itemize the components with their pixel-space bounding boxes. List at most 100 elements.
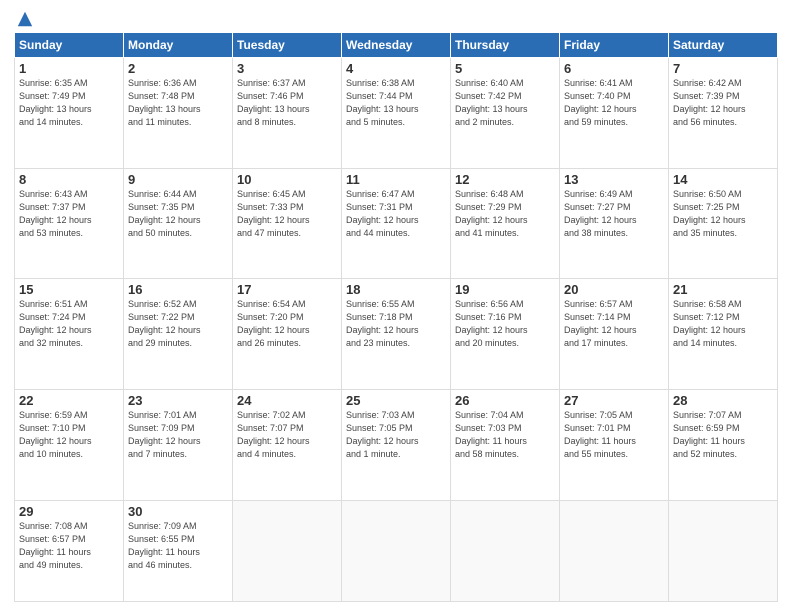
day-number: 29: [19, 504, 119, 519]
day-number: 13: [564, 172, 664, 187]
day-info: Sunrise: 6:54 AMSunset: 7:20 PMDaylight:…: [237, 298, 337, 350]
header: [14, 10, 778, 24]
day-number: 16: [128, 282, 228, 297]
day-info: Sunrise: 6:59 AMSunset: 7:10 PMDaylight:…: [19, 409, 119, 461]
day-number: 2: [128, 61, 228, 76]
day-number: 20: [564, 282, 664, 297]
weekday-header-friday: Friday: [560, 33, 669, 58]
calendar-cell: 1Sunrise: 6:35 AMSunset: 7:49 PMDaylight…: [15, 58, 124, 169]
day-number: 23: [128, 393, 228, 408]
calendar-cell: 29Sunrise: 7:08 AMSunset: 6:57 PMDayligh…: [15, 500, 124, 602]
day-number: 12: [455, 172, 555, 187]
day-number: 6: [564, 61, 664, 76]
day-info: Sunrise: 6:56 AMSunset: 7:16 PMDaylight:…: [455, 298, 555, 350]
weekday-header-saturday: Saturday: [669, 33, 778, 58]
day-info: Sunrise: 6:47 AMSunset: 7:31 PMDaylight:…: [346, 188, 446, 240]
day-number: 11: [346, 172, 446, 187]
day-number: 14: [673, 172, 773, 187]
day-info: Sunrise: 6:40 AMSunset: 7:42 PMDaylight:…: [455, 77, 555, 129]
calendar-cell: 23Sunrise: 7:01 AMSunset: 7:09 PMDayligh…: [124, 389, 233, 500]
weekday-header-wednesday: Wednesday: [342, 33, 451, 58]
calendar-cell: [451, 500, 560, 602]
day-info: Sunrise: 6:58 AMSunset: 7:12 PMDaylight:…: [673, 298, 773, 350]
day-info: Sunrise: 7:03 AMSunset: 7:05 PMDaylight:…: [346, 409, 446, 461]
day-info: Sunrise: 6:42 AMSunset: 7:39 PMDaylight:…: [673, 77, 773, 129]
calendar-cell: 15Sunrise: 6:51 AMSunset: 7:24 PMDayligh…: [15, 279, 124, 390]
calendar-cell: [233, 500, 342, 602]
day-number: 22: [19, 393, 119, 408]
calendar-week-row: 15Sunrise: 6:51 AMSunset: 7:24 PMDayligh…: [15, 279, 778, 390]
calendar-cell: 30Sunrise: 7:09 AMSunset: 6:55 PMDayligh…: [124, 500, 233, 602]
day-number: 27: [564, 393, 664, 408]
calendar-cell: 28Sunrise: 7:07 AMSunset: 6:59 PMDayligh…: [669, 389, 778, 500]
calendar-cell: 6Sunrise: 6:41 AMSunset: 7:40 PMDaylight…: [560, 58, 669, 169]
calendar-cell: 9Sunrise: 6:44 AMSunset: 7:35 PMDaylight…: [124, 168, 233, 279]
calendar-cell: 7Sunrise: 6:42 AMSunset: 7:39 PMDaylight…: [669, 58, 778, 169]
day-number: 15: [19, 282, 119, 297]
calendar-cell: 26Sunrise: 7:04 AMSunset: 7:03 PMDayligh…: [451, 389, 560, 500]
day-info: Sunrise: 6:52 AMSunset: 7:22 PMDaylight:…: [128, 298, 228, 350]
day-number: 28: [673, 393, 773, 408]
day-info: Sunrise: 6:36 AMSunset: 7:48 PMDaylight:…: [128, 77, 228, 129]
day-info: Sunrise: 6:44 AMSunset: 7:35 PMDaylight:…: [128, 188, 228, 240]
calendar-cell: 10Sunrise: 6:45 AMSunset: 7:33 PMDayligh…: [233, 168, 342, 279]
calendar-cell: [669, 500, 778, 602]
day-info: Sunrise: 6:41 AMSunset: 7:40 PMDaylight:…: [564, 77, 664, 129]
weekday-header-tuesday: Tuesday: [233, 33, 342, 58]
day-number: 21: [673, 282, 773, 297]
calendar-cell: 16Sunrise: 6:52 AMSunset: 7:22 PMDayligh…: [124, 279, 233, 390]
day-info: Sunrise: 6:49 AMSunset: 7:27 PMDaylight:…: [564, 188, 664, 240]
day-info: Sunrise: 7:09 AMSunset: 6:55 PMDaylight:…: [128, 520, 228, 572]
day-info: Sunrise: 6:45 AMSunset: 7:33 PMDaylight:…: [237, 188, 337, 240]
calendar-cell: 13Sunrise: 6:49 AMSunset: 7:27 PMDayligh…: [560, 168, 669, 279]
day-info: Sunrise: 6:48 AMSunset: 7:29 PMDaylight:…: [455, 188, 555, 240]
day-info: Sunrise: 7:05 AMSunset: 7:01 PMDaylight:…: [564, 409, 664, 461]
day-info: Sunrise: 6:50 AMSunset: 7:25 PMDaylight:…: [673, 188, 773, 240]
day-number: 1: [19, 61, 119, 76]
calendar-cell: [342, 500, 451, 602]
day-number: 4: [346, 61, 446, 76]
day-info: Sunrise: 6:35 AMSunset: 7:49 PMDaylight:…: [19, 77, 119, 129]
calendar-cell: 17Sunrise: 6:54 AMSunset: 7:20 PMDayligh…: [233, 279, 342, 390]
calendar-cell: 3Sunrise: 6:37 AMSunset: 7:46 PMDaylight…: [233, 58, 342, 169]
day-number: 18: [346, 282, 446, 297]
logo: [14, 10, 34, 24]
day-info: Sunrise: 6:37 AMSunset: 7:46 PMDaylight:…: [237, 77, 337, 129]
calendar-cell: 22Sunrise: 6:59 AMSunset: 7:10 PMDayligh…: [15, 389, 124, 500]
calendar-cell: 12Sunrise: 6:48 AMSunset: 7:29 PMDayligh…: [451, 168, 560, 279]
calendar-cell: 21Sunrise: 6:58 AMSunset: 7:12 PMDayligh…: [669, 279, 778, 390]
day-number: 24: [237, 393, 337, 408]
day-info: Sunrise: 7:01 AMSunset: 7:09 PMDaylight:…: [128, 409, 228, 461]
calendar-cell: 27Sunrise: 7:05 AMSunset: 7:01 PMDayligh…: [560, 389, 669, 500]
weekday-header-row: SundayMondayTuesdayWednesdayThursdayFrid…: [15, 33, 778, 58]
calendar-cell: 20Sunrise: 6:57 AMSunset: 7:14 PMDayligh…: [560, 279, 669, 390]
day-info: Sunrise: 6:57 AMSunset: 7:14 PMDaylight:…: [564, 298, 664, 350]
calendar-week-row: 22Sunrise: 6:59 AMSunset: 7:10 PMDayligh…: [15, 389, 778, 500]
calendar-week-row: 8Sunrise: 6:43 AMSunset: 7:37 PMDaylight…: [15, 168, 778, 279]
day-number: 19: [455, 282, 555, 297]
day-number: 5: [455, 61, 555, 76]
day-info: Sunrise: 7:07 AMSunset: 6:59 PMDaylight:…: [673, 409, 773, 461]
day-number: 8: [19, 172, 119, 187]
calendar-page: SundayMondayTuesdayWednesdayThursdayFrid…: [0, 0, 792, 612]
day-info: Sunrise: 6:43 AMSunset: 7:37 PMDaylight:…: [19, 188, 119, 240]
logo-icon: [16, 10, 34, 28]
calendar-cell: 4Sunrise: 6:38 AMSunset: 7:44 PMDaylight…: [342, 58, 451, 169]
day-number: 25: [346, 393, 446, 408]
calendar-cell: 18Sunrise: 6:55 AMSunset: 7:18 PMDayligh…: [342, 279, 451, 390]
day-info: Sunrise: 7:02 AMSunset: 7:07 PMDaylight:…: [237, 409, 337, 461]
weekday-header-monday: Monday: [124, 33, 233, 58]
day-number: 26: [455, 393, 555, 408]
weekday-header-sunday: Sunday: [15, 33, 124, 58]
calendar-cell: 24Sunrise: 7:02 AMSunset: 7:07 PMDayligh…: [233, 389, 342, 500]
calendar-table: SundayMondayTuesdayWednesdayThursdayFrid…: [14, 32, 778, 602]
calendar-cell: [560, 500, 669, 602]
calendar-cell: 5Sunrise: 6:40 AMSunset: 7:42 PMDaylight…: [451, 58, 560, 169]
day-info: Sunrise: 7:08 AMSunset: 6:57 PMDaylight:…: [19, 520, 119, 572]
day-number: 7: [673, 61, 773, 76]
calendar-cell: 2Sunrise: 6:36 AMSunset: 7:48 PMDaylight…: [124, 58, 233, 169]
calendar-cell: 11Sunrise: 6:47 AMSunset: 7:31 PMDayligh…: [342, 168, 451, 279]
day-number: 17: [237, 282, 337, 297]
day-info: Sunrise: 6:55 AMSunset: 7:18 PMDaylight:…: [346, 298, 446, 350]
day-info: Sunrise: 6:51 AMSunset: 7:24 PMDaylight:…: [19, 298, 119, 350]
